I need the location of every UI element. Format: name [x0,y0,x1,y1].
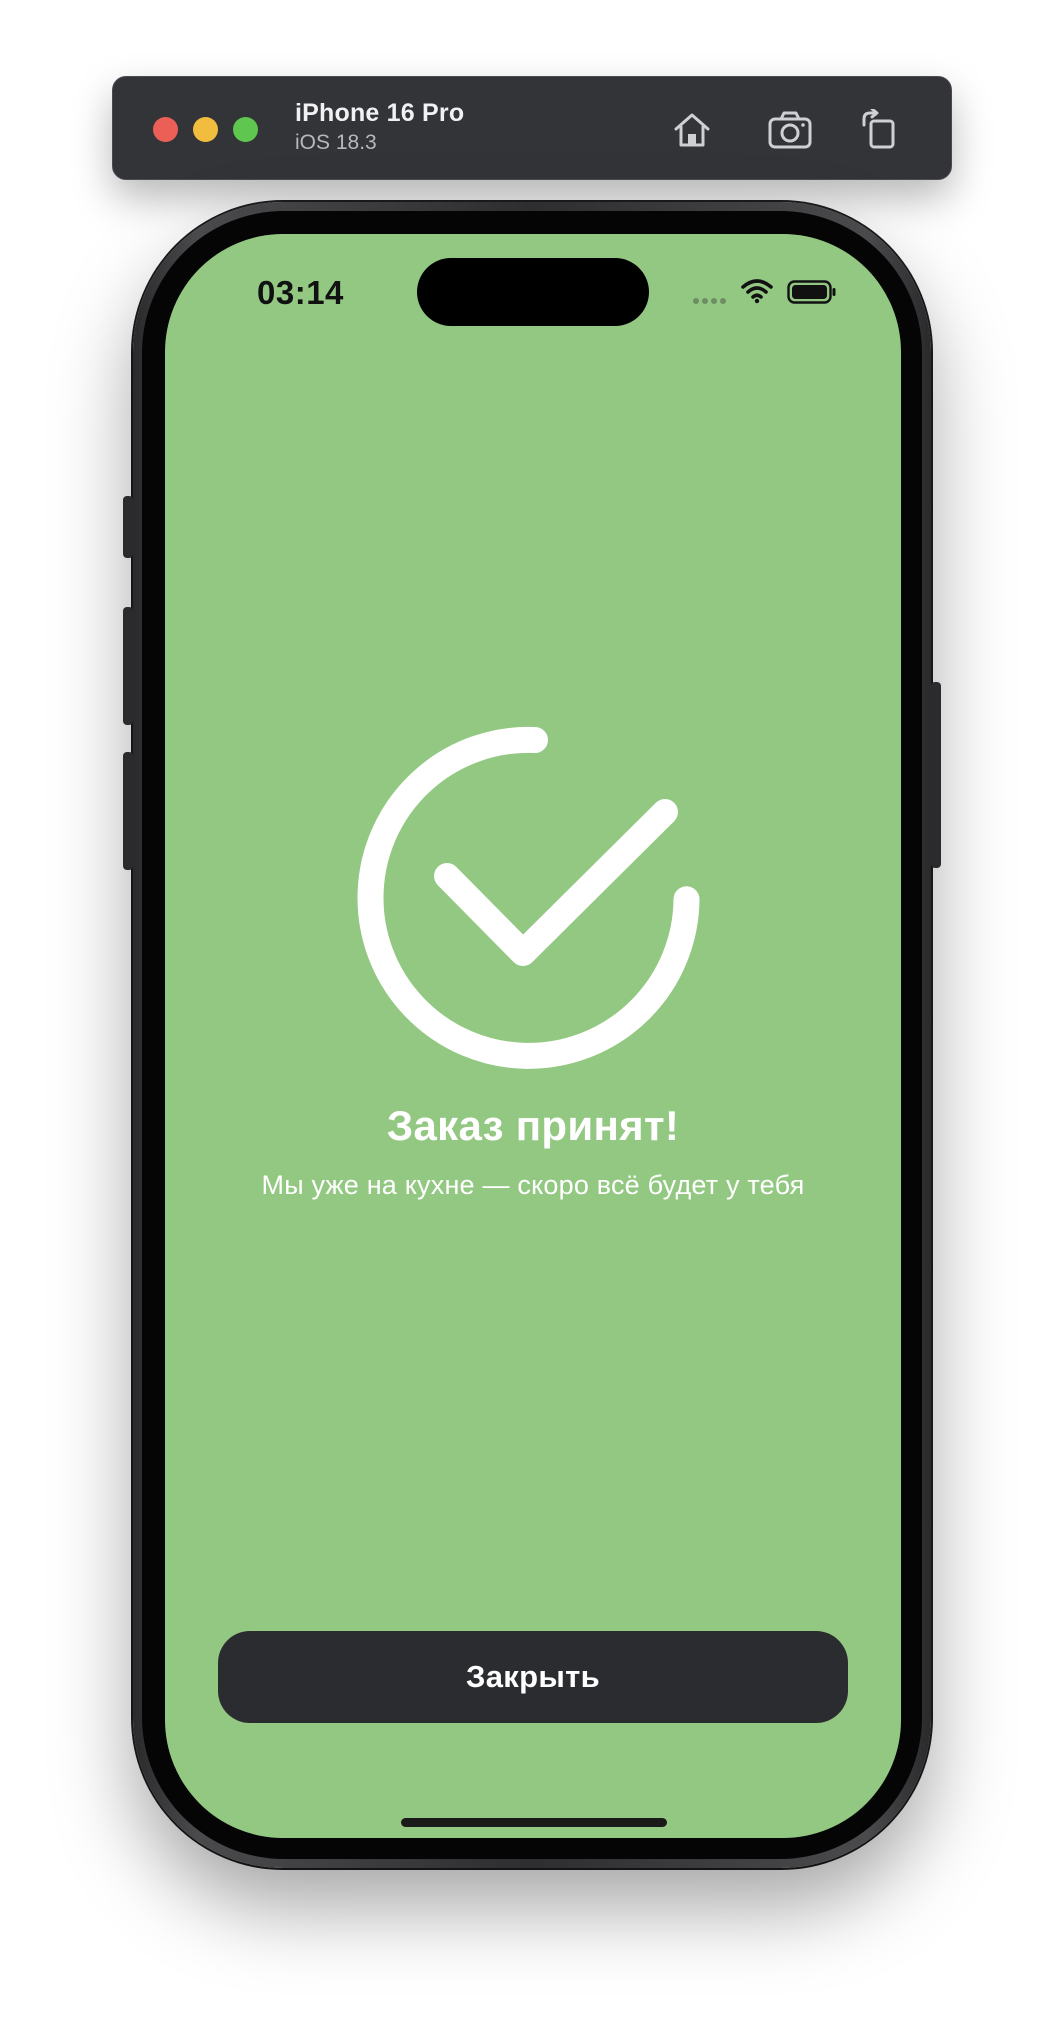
close-window-button[interactable] [153,117,178,142]
camera-screenshot-icon [768,111,812,149]
action-button [123,496,133,558]
rotate-icon [862,109,895,149]
home-button[interactable] [669,107,715,153]
close-button[interactable]: Закрыть [218,1631,848,1723]
cellular-signal-icon [693,298,726,304]
volume-up-button [123,607,133,725]
confirmation-title: Заказ принят! [386,1102,680,1149]
minimize-window-button[interactable] [193,117,218,142]
rotate-button[interactable] [857,107,903,153]
volume-down-button [123,752,133,870]
screenshot-button[interactable] [767,107,813,153]
battery-icon [787,280,836,304]
app-screen: 03:14 Заказ принят! Мы уже на кухне — ск… [165,234,901,1838]
os-version: iOS 18.3 [295,131,377,154]
status-time: 03:14 [257,274,344,311]
simulator-toolbar: iPhone 16 Pro iOS 18.3 [112,76,952,180]
home-indicator[interactable] [401,1818,667,1827]
confirmation-subtitle: Мы уже на кухне — скоро всё будет у тебя [261,1170,805,1200]
wifi-icon [741,279,773,304]
power-button [931,682,941,868]
home-icon [674,113,710,147]
zoom-window-button[interactable] [233,117,258,142]
dynamic-island [417,258,649,326]
simulator-window: iPhone 16 Pro iOS 18.3 03:14 Заказ приня… [0,0,1064,2022]
checkmark-circle-icon [357,726,700,1069]
device-name: iPhone 16 Pro [295,99,465,127]
